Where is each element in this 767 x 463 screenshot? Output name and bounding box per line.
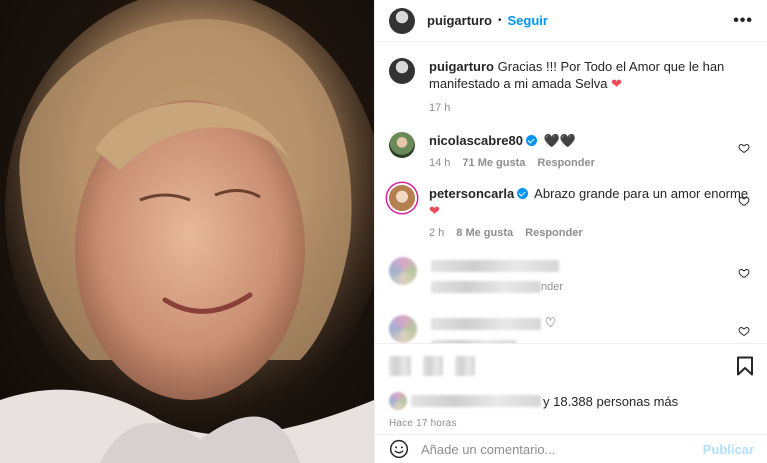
comment-input[interactable] bbox=[421, 441, 703, 457]
bookmark-icon[interactable] bbox=[736, 356, 754, 376]
liked-by-blurred-names bbox=[411, 395, 541, 407]
emoji-icon[interactable] bbox=[389, 439, 409, 459]
verified-badge-icon bbox=[525, 135, 537, 146]
blurred-username: ♡ bbox=[431, 315, 754, 331]
comment-body: Abrazo grande para un amor enorme bbox=[534, 186, 749, 201]
liked-by[interactable]: y 18.388 personas más bbox=[389, 392, 754, 410]
blurred-avatar[interactable] bbox=[389, 257, 417, 285]
follow-button[interactable]: Seguir bbox=[508, 13, 548, 28]
comment-username[interactable]: petersoncarla bbox=[429, 186, 514, 201]
separator-dot: • bbox=[498, 15, 502, 26]
reply-button[interactable]: Responder bbox=[537, 157, 594, 169]
comment-likes[interactable]: 71 Me gusta bbox=[462, 157, 525, 169]
comment-text: nicolascabre80 🖤🖤 bbox=[429, 132, 754, 149]
comment-item-blurred: ♡ bbox=[389, 315, 754, 343]
liked-by-avatar bbox=[389, 392, 407, 410]
comment-likes[interactable]: 8 Me gusta bbox=[456, 227, 513, 239]
comment-age[interactable]: 2 h bbox=[429, 227, 444, 239]
comment-meta: nder bbox=[431, 281, 754, 293]
caption-username[interactable]: puigarturo bbox=[429, 59, 494, 74]
portrait-image bbox=[0, 0, 374, 463]
like-icon[interactable] bbox=[389, 356, 411, 376]
comment-meta: 14 h 71 Me gusta Responder bbox=[429, 157, 754, 169]
blurred-username bbox=[431, 257, 754, 272]
partial-reply[interactable]: nder bbox=[541, 281, 563, 293]
heart-emoji: ❤ bbox=[429, 203, 440, 218]
post-header: puigarturo • Seguir ••• bbox=[375, 0, 767, 42]
post-actions: y 18.388 personas más Hace 17 horas bbox=[375, 343, 767, 429]
like-comment-heart-icon[interactable] bbox=[738, 325, 750, 337]
action-bar bbox=[389, 354, 754, 378]
comment-username[interactable]: nicolascabre80 bbox=[429, 133, 523, 148]
author-username[interactable]: puigarturo bbox=[427, 13, 492, 28]
comment-body: 🖤🖤 bbox=[543, 133, 576, 148]
comment-icon[interactable] bbox=[423, 356, 443, 376]
publish-button[interactable]: Publicar bbox=[703, 442, 754, 457]
commenter-avatar[interactable] bbox=[389, 185, 415, 211]
commenter-avatar[interactable] bbox=[389, 132, 415, 158]
post-photo[interactable] bbox=[0, 0, 374, 463]
comment-text: petersoncarla Abrazo grande para un amor… bbox=[429, 185, 754, 219]
comment-composer: Publicar bbox=[375, 434, 767, 463]
comment-age[interactable]: 14 h bbox=[429, 157, 450, 169]
comment-item: nicolascabre80 🖤🖤 14 h 71 Me gusta Respo… bbox=[389, 132, 754, 169]
blurred-avatar[interactable] bbox=[389, 315, 417, 343]
comment-item: petersoncarla Abrazo grande para un amor… bbox=[389, 185, 754, 239]
author-avatar[interactable] bbox=[389, 7, 415, 34]
share-icon[interactable] bbox=[455, 356, 475, 376]
verified-badge-icon bbox=[517, 188, 529, 199]
caption-age[interactable]: 17 h bbox=[429, 102, 450, 114]
post-panel: puigarturo • Seguir ••• puigarturo Graci… bbox=[374, 0, 767, 463]
comment-item-blurred: nder bbox=[389, 257, 754, 293]
like-comment-heart-icon[interactable] bbox=[738, 142, 750, 154]
more-options-icon[interactable]: ••• bbox=[733, 12, 753, 30]
comments-list[interactable]: puigarturo Gracias !!! Por Todo el Amor … bbox=[375, 43, 767, 343]
like-comment-heart-icon[interactable] bbox=[738, 195, 750, 207]
caption-meta: 17 h bbox=[429, 102, 754, 114]
caption-avatar[interactable] bbox=[389, 58, 415, 84]
caption: puigarturo Gracias !!! Por Todo el Amor … bbox=[389, 58, 754, 114]
caption-text: puigarturo Gracias !!! Por Todo el Amor … bbox=[429, 58, 729, 92]
reply-button[interactable]: Responder bbox=[525, 227, 582, 239]
partial-heart: ♡ bbox=[544, 315, 557, 330]
post-timestamp[interactable]: Hace 17 horas bbox=[389, 418, 754, 429]
like-comment-heart-icon[interactable] bbox=[738, 267, 750, 279]
comment-meta: 2 h 8 Me gusta Responder bbox=[429, 227, 754, 239]
liked-by-count[interactable]: y 18.388 personas más bbox=[543, 394, 678, 409]
heart-emoji: ❤ bbox=[611, 76, 623, 91]
